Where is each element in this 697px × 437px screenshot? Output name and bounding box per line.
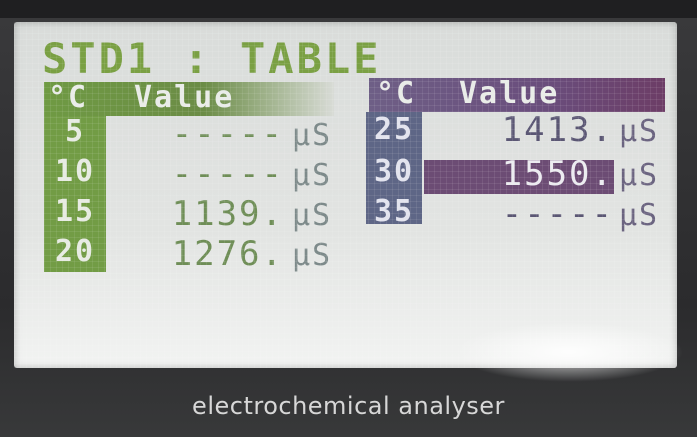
screen-title: STD1 : TABLE <box>42 34 382 83</box>
table-row-unit: µS <box>292 238 333 273</box>
table-row-unit: µS <box>292 158 333 193</box>
table-row-value: ----- <box>171 114 284 154</box>
header-left-value-label: Value <box>134 80 235 115</box>
table-row-value: 1413. <box>501 110 614 150</box>
lcd-screen: STD1 : TABLE °C Value °C Value 5 10 15 2… <box>14 22 684 382</box>
header-left-temp-label: °C <box>48 80 89 115</box>
header-right-value-label: Value <box>459 76 560 111</box>
table-row-value: ----- <box>501 194 614 234</box>
table-row-unit: µS <box>619 158 660 193</box>
table-row-value: ----- <box>171 154 284 194</box>
table-row-temp: 25 <box>373 112 415 147</box>
table-row-unit: µS <box>292 198 333 233</box>
table-row-unit: µS <box>619 198 660 233</box>
table-row-temp: 30 <box>373 154 415 189</box>
screen-glare <box>454 322 684 382</box>
header-right-temp-label: °C <box>376 76 417 111</box>
table-row-value: 1276. <box>171 234 284 274</box>
device-bezel-top <box>0 0 697 18</box>
table-row-value-selected: 1550. <box>501 154 614 194</box>
table-row-temp: 35 <box>373 194 415 229</box>
table-row-unit: µS <box>619 114 660 149</box>
device-caption: electrochemical analyser <box>192 392 505 420</box>
table-row-value: 1139. <box>171 194 284 234</box>
table-row-unit: µS <box>292 118 333 153</box>
